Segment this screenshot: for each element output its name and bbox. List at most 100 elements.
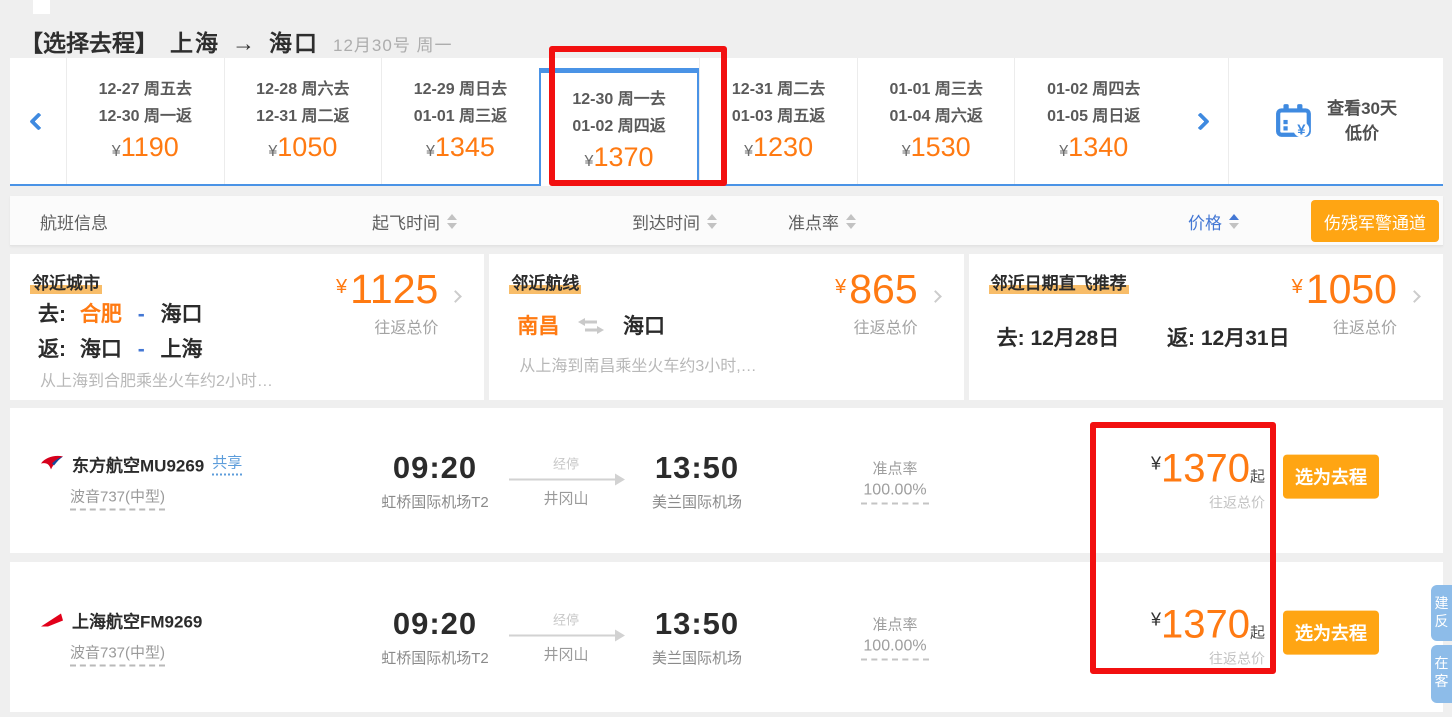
sort-price-active[interactable]: 价格: [1188, 196, 1239, 246]
aircraft-type[interactable]: 波音737(中型): [70, 642, 166, 667]
from-suffix: 起: [1249, 624, 1265, 642]
nearby-city-tag: 邻近城市: [30, 269, 102, 294]
date-back: 01-03 周五返: [731, 108, 826, 125]
view-30day-low-price-button[interactable]: ¥ 查看30天 低价: [1228, 58, 1443, 184]
sort-arrive-time[interactable]: 到达时间: [632, 196, 717, 246]
ontime-rate-label: 准点率: [788, 213, 839, 233]
ontime-rate-value[interactable]: 100.00%: [861, 635, 929, 661]
ontime-block: 准点率 100.00%: [828, 614, 962, 661]
arrival-airport: 美兰国际机场: [651, 650, 742, 667]
departure-time: 09:20: [392, 449, 478, 485]
arrival-block: 13:50 美兰国际机场: [602, 606, 792, 668]
nearby-date-card[interactable]: 邻近日期直飞推荐 去: 12月28日 返: 12月31日 ¥1050 往返总价: [968, 254, 1443, 400]
date-back: 01-02 周四返: [572, 118, 666, 135]
carousel-prev-button[interactable]: [10, 58, 66, 184]
currency-symbol: ¥: [111, 143, 121, 160]
currency-symbol: ¥: [1150, 453, 1161, 474]
date-back: 12-30 周一返: [98, 108, 192, 125]
service-tab-char1: 在: [1434, 655, 1449, 671]
arrival-block: 13:50 美兰国际机场: [602, 450, 792, 512]
recommendation-row: 邻近城市 去: 合肥 - 海口 返: 海口 - 上海 从上海到合肥乘坐火车约2小…: [10, 254, 1443, 400]
date-tab-7[interactable]: 01-02 周四去 01-05 周日返 ¥1340: [1014, 58, 1173, 184]
price-value: 1125: [350, 266, 439, 312]
currency-symbol: ¥: [744, 143, 754, 160]
service-tab-char2: 客: [1434, 673, 1449, 689]
page-header: 【选择去程】 上海 → 海口 12月30号 周一: [20, 24, 453, 58]
departure-block: 09:20 虹桥国际机场T2: [340, 450, 530, 512]
arrival-time: 13:50: [654, 606, 740, 641]
select-outbound-label: 选为去程: [1295, 467, 1367, 488]
customer-service-side-tab[interactable]: 在 客: [1431, 645, 1452, 703]
date-back: 01-04 周六返: [889, 108, 983, 125]
codeshare-link[interactable]: 共享: [212, 452, 243, 476]
date-tab-3[interactable]: 12-29 周日去 01-01 周三返 ¥1345: [381, 58, 539, 184]
date-go: 12-29 周日去: [413, 81, 508, 98]
select-outbound-button[interactable]: 选为去程: [1283, 454, 1379, 499]
roundtrip-total-label: 往返总价: [1209, 494, 1265, 511]
aircraft-type[interactable]: 波音737(中型): [70, 485, 166, 510]
column-flight-info: 航班信息: [40, 196, 108, 246]
ontime-rate-value[interactable]: 100.00%: [861, 478, 929, 504]
carousel-next-button[interactable]: [1172, 58, 1228, 184]
nearby-date-tag: 邻近日期直飞推荐: [988, 269, 1129, 294]
nearby-route-card[interactable]: 邻近航线 南昌 海口 从上海到南昌乘坐火车约3小时,… ¥865 往返总价: [489, 254, 964, 400]
departure-block: 09:20 虹桥国际机场T2: [340, 606, 530, 668]
flight-price: 1370: [1161, 446, 1250, 491]
roundtrip-total-label: 往返总价: [853, 320, 918, 337]
arrival-time: 13:50: [654, 449, 740, 485]
price-block: ¥1050 往返总价: [1292, 266, 1397, 338]
from-suffix: 起: [1249, 468, 1265, 486]
military-police-channel-button[interactable]: 伤残军警通道: [1311, 200, 1439, 242]
ontime-rate-label: 准点率: [872, 616, 918, 634]
go-dest: 海口: [160, 303, 203, 326]
roundtrip-total-label: 往返总价: [1209, 650, 1265, 667]
nearby-city-card[interactable]: 邻近城市 去: 合肥 - 海口 返: 海口 - 上海 从上海到合肥乘坐火车约2小…: [10, 254, 485, 400]
select-outbound-label: 【选择去程】: [20, 30, 158, 56]
alt-to-city: 海口: [623, 315, 666, 338]
feedback-tab-char1: 建: [1434, 595, 1449, 611]
select-outbound-button[interactable]: 选为去程: [1283, 610, 1379, 655]
price-label: 价格: [1188, 213, 1222, 233]
view30-label-line2: 低价: [1345, 124, 1380, 143]
date-price: 1050: [277, 132, 338, 162]
date-go: 12-27 周五去: [98, 81, 192, 98]
outbound-route-line: 去: 合肥 - 海口: [38, 298, 203, 328]
date-tab-2[interactable]: 12-28 周六去 12-31 周二返 ¥1050: [223, 58, 382, 184]
date-price: 1370: [593, 142, 654, 172]
sort-ontime-rate[interactable]: 准点率: [788, 196, 856, 246]
date-go: 12-28 周六去: [256, 81, 350, 98]
nearby-dates-line: 去: 12月28日 返: 12月31日: [997, 322, 1290, 352]
return-route-line: 返: 海口 - 上海: [38, 333, 203, 363]
feedback-side-tab[interactable]: 建 反: [1431, 585, 1452, 641]
flight-price: 1370: [1161, 602, 1250, 647]
flight-row-fm9269: 上海航空FM9269 波音737(中型) 09:20 虹桥国际机场T2 经停 井…: [10, 562, 1443, 712]
date-price: 1530: [910, 132, 971, 162]
date-tab-5[interactable]: 12-31 周二去 01-03 周五返 ¥1230: [699, 58, 857, 184]
currency-symbol: ¥: [1150, 609, 1161, 630]
sort-depart-time[interactable]: 起飞时间: [372, 196, 457, 246]
currency-symbol: ¥: [268, 143, 278, 160]
to-city: 海口: [269, 30, 319, 56]
ontime-block: 准点率 100.00%: [828, 457, 962, 504]
airline-block: 上海航空FM9269 波音737(中型): [40, 608, 202, 667]
date-back: 01-01 周三返: [413, 108, 508, 125]
currency-symbol: ¥: [425, 143, 435, 160]
dash-separator: -: [137, 303, 145, 326]
date-tab-4-selected[interactable]: 12-30 周一去 01-02 周四返 ¥1370: [538, 68, 700, 186]
chevron-right-icon: [928, 290, 942, 303]
date-tab-1[interactable]: 12-27 周五去 12-30 周一返 ¥1190: [66, 58, 224, 184]
ontime-rate-label: 准点率: [872, 460, 918, 477]
sort-arrows-icon: [846, 213, 856, 229]
chevron-left-icon: [28, 111, 48, 131]
date-tab-6[interactable]: 01-01 周三去 01-04 周六返 ¥1530: [856, 58, 1015, 184]
alternate-route-line: 南昌 海口: [517, 310, 665, 340]
chevron-right-icon: [1408, 290, 1421, 303]
date-price: 1340: [1068, 132, 1129, 162]
calendar-yuan-icon: ¥: [1276, 104, 1311, 138]
sort-arrows-icon: [707, 213, 717, 229]
shanghai-airlines-logo-icon: [41, 613, 63, 626]
date-carousel: 12-27 周五去 12-30 周一返 ¥1190 12-28 周六去 12-3…: [10, 58, 1443, 186]
airline-block: 东方航空MU9269 共享 波音737(中型): [40, 451, 243, 510]
back-label: 返:: [38, 338, 66, 361]
alt-from-city: 南昌: [517, 315, 560, 338]
